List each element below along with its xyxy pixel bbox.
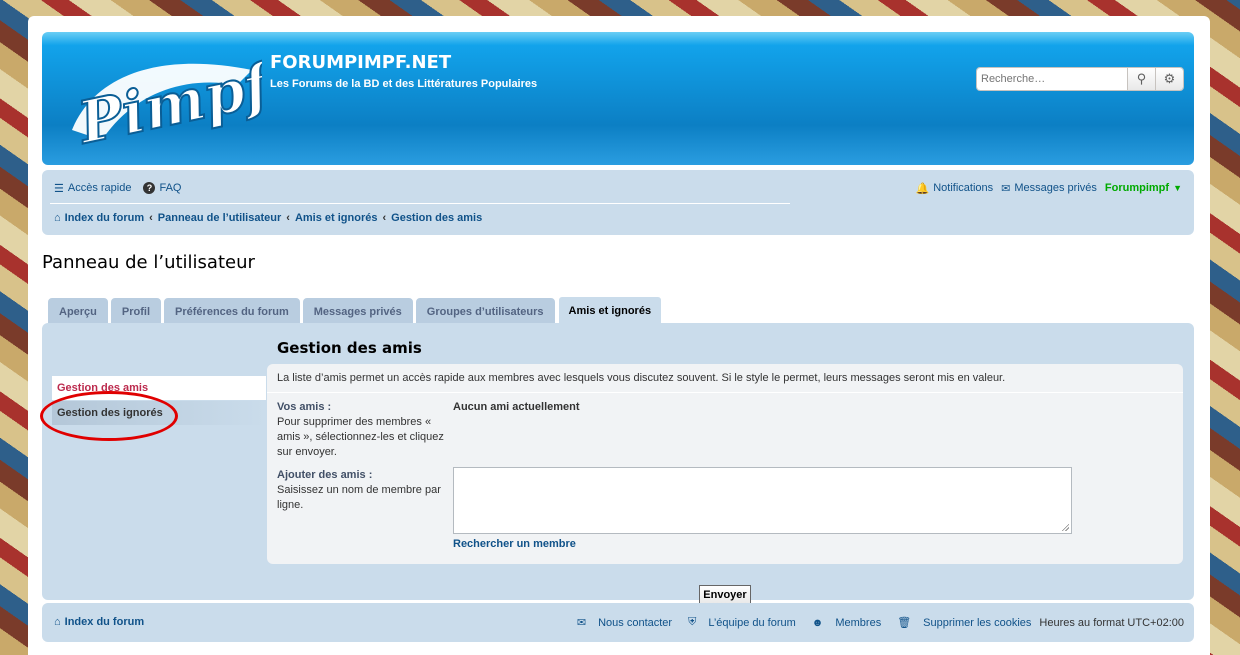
add-friends-help: Saisissez un nom de membre par ligne. xyxy=(277,484,441,511)
username: Forumpimpf xyxy=(1104,182,1170,194)
nav-divider xyxy=(50,203,790,204)
tab-usergroups[interactable]: Groupes d’utilisateurs xyxy=(415,298,555,324)
search-button[interactable]: ⚲ xyxy=(1127,68,1155,90)
content-divider xyxy=(267,392,1183,393)
search-box: ⚲ ⚙ xyxy=(976,67,1184,91)
add-friends-textarea[interactable] xyxy=(453,467,1072,534)
content-box: La liste d’amis permet un accès rapide a… xyxy=(267,364,1183,564)
users-icon: ☻ xyxy=(811,616,824,629)
tab-private-messages[interactable]: Messages privés xyxy=(302,298,413,324)
bell-icon: 🔔 xyxy=(915,182,930,195)
advanced-search-button[interactable]: ⚙ xyxy=(1155,68,1183,90)
header-bar: Pimpf FORUMPIMPF.NET Les Forums de la BD… xyxy=(42,32,1194,165)
submit-button[interactable]: Envoyer xyxy=(699,585,751,604)
site-title[interactable]: FORUMPIMPF.NET xyxy=(270,52,451,73)
quick-access-menu[interactable]: ☰ Accès rapide xyxy=(54,182,131,195)
page-wrapper: Pimpf FORUMPIMPF.NET Les Forums de la BD… xyxy=(28,16,1210,655)
breadcrumb-zebra[interactable]: Amis et ignorés xyxy=(295,212,378,224)
faq-link[interactable]: ? FAQ xyxy=(143,182,181,194)
private-messages-link[interactable]: ✉ Messages privés xyxy=(1001,182,1097,195)
ucp-tabs: Aperçu Profil Préférences du forum Messa… xyxy=(48,296,665,324)
caret-down-icon: ▼ xyxy=(1173,183,1182,193)
your-friends-label: Vos amis : xyxy=(277,401,332,413)
footer: ⌂ Index du forum ✉ Nous contacter ⛨ L’éq… xyxy=(42,603,1194,642)
tab-profile[interactable]: Profil xyxy=(110,298,162,324)
question-icon: ? xyxy=(143,182,156,194)
site-description: Les Forums de la BD et des Littératures … xyxy=(270,78,538,90)
inbox-icon: ✉ xyxy=(1001,182,1011,195)
your-friends-label-block: Vos amis : Pour supprimer des membres « … xyxy=(277,400,447,460)
breadcrumb-separator: ‹ xyxy=(286,212,290,224)
delete-cookies-link[interactable]: 🗑 Supprimer les cookies xyxy=(889,616,1031,630)
shield-icon: ⛨ xyxy=(688,616,697,628)
page-title: Panneau de l’utilisateur xyxy=(42,252,255,273)
home-icon: ⌂ xyxy=(54,212,61,224)
annotation-circle xyxy=(40,391,178,441)
ucp-panel: Gestion des amis Gestion des ignorés Ges… xyxy=(40,323,1194,604)
add-friends-label: Ajouter des amis : xyxy=(277,469,373,481)
notifications-link[interactable]: 🔔 Notifications xyxy=(916,182,994,195)
no-friends-text: Aucun ami actuellement xyxy=(453,401,580,413)
navbar: ☰ Accès rapide ? FAQ 🔔 Notifications ✉ M… xyxy=(42,170,1194,235)
team-link[interactable]: ⛨ L’équipe du forum xyxy=(680,616,796,629)
tab-preferences[interactable]: Préférences du forum xyxy=(164,298,300,324)
your-friends-help: Pour supprimer des membres « amis », sél… xyxy=(277,416,444,458)
tab-friends-foes[interactable]: Amis et ignorés xyxy=(557,296,663,324)
breadcrumb-separator: ‹ xyxy=(149,212,153,224)
intro-text: La liste d’amis permet un accès rapide a… xyxy=(277,372,1006,384)
breadcrumb-separator: ‹ xyxy=(382,212,387,224)
members-link[interactable]: ☻ Membres xyxy=(804,617,881,629)
home-icon: ⌂ xyxy=(54,616,61,628)
hamburger-icon: ☰ xyxy=(54,182,64,195)
trash-icon: 🗑 xyxy=(897,617,912,629)
resize-handle[interactable] xyxy=(1061,523,1069,531)
user-menu[interactable]: Forumpimpf ▼ xyxy=(1105,182,1182,194)
breadcrumb-friends[interactable]: Gestion des amis xyxy=(391,212,482,224)
search-icon: ⚲ xyxy=(1136,71,1147,86)
envelope-icon: ✉ xyxy=(576,617,587,629)
svg-text:Pimpf: Pimpf xyxy=(71,49,262,158)
find-member-link[interactable]: Rechercher un membre xyxy=(453,538,576,550)
content-title: Gestion des amis xyxy=(277,339,422,357)
contact-link[interactable]: ✉ Nous contacter xyxy=(569,616,672,630)
timezone-text: Heures au format UTC+02:00 xyxy=(1039,616,1184,629)
breadcrumb: ⌂ Index du forum ‹ Panneau de l’utilisat… xyxy=(54,212,482,224)
add-friends-label-block: Ajouter des amis : Saisissez un nom de m… xyxy=(277,468,447,513)
search-input[interactable] xyxy=(977,68,1127,90)
breadcrumb-ucp[interactable]: Panneau de l’utilisateur xyxy=(158,212,281,224)
gear-icon: ⚙ xyxy=(1163,71,1176,86)
breadcrumb-forum-index[interactable]: Index du forum xyxy=(65,212,144,224)
site-logo[interactable]: Pimpf xyxy=(62,40,262,160)
tab-overview[interactable]: Aperçu xyxy=(48,298,108,324)
footer-forum-index[interactable]: ⌂ Index du forum xyxy=(54,616,144,628)
